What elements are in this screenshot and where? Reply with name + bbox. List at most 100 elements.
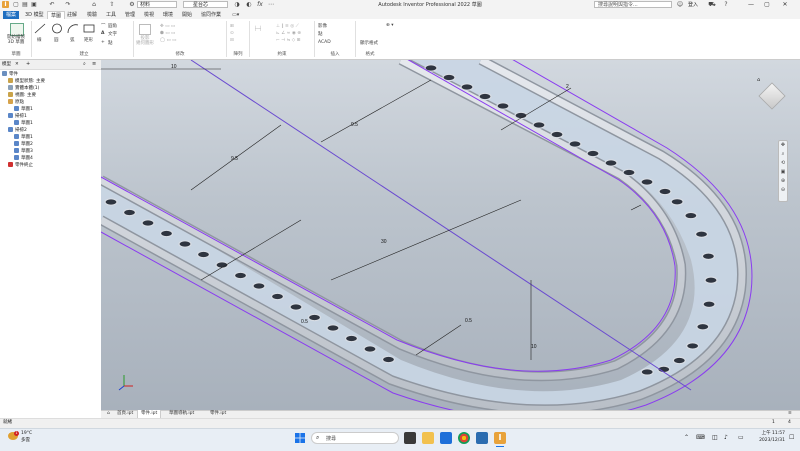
volume-icon[interactable]: ♪ [724,434,728,441]
fillet-icon[interactable]: ⌒ [101,23,106,29]
view-cube-home-icon[interactable]: ⌂ [757,77,760,83]
home-tab-icon[interactable]: ⌂ [104,410,113,418]
file-explorer-icon[interactable] [422,432,434,444]
maximize-button[interactable]: ▢ [760,0,774,10]
dimension-value[interactable]: 9.5 [351,122,358,128]
windows-start-icon[interactable] [294,432,306,444]
project-geometry-button[interactable]: 投影 幾何圖形 [135,36,155,46]
doc-tab-sketch-rail[interactable]: 草圖導軌.ipt [166,410,197,418]
browser-tree-item[interactable]: 實體本體(1) [8,85,39,92]
browser-tree-item[interactable]: 草圖4 [14,155,33,162]
display-format-button[interactable]: 顯示格式 [360,40,378,46]
rectangle-button[interactable]: 矩形 [84,37,93,43]
arc-button[interactable]: 弧 [70,37,75,43]
redo-icon[interactable]: ↷ [64,1,72,8]
insert-points-button[interactable]: 點 [318,31,323,37]
more-icon[interactable]: ⋯ [267,1,275,8]
undo-icon[interactable]: ↶ [48,1,56,8]
sign-in-link[interactable]: 登入 [688,1,698,9]
arc-tool-icon[interactable] [67,23,79,34]
tab-manage[interactable]: 管理 [122,11,138,19]
browser-tree-item[interactable]: 掃掠2 [8,127,27,134]
browser-tab-model[interactable]: 模型 [2,61,11,68]
start-3d-sketch-button[interactable]: 開始繪製 3D 草圖 [2,35,30,45]
clock-time[interactable]: 上午 11:57 [755,431,785,437]
tab-environments[interactable]: 環境 [160,11,176,19]
help-icon[interactable]: ? [722,1,730,8]
new-file-icon[interactable]: ▢ [12,1,20,8]
tab-annotate[interactable]: 註解 [64,11,80,19]
dimension-value[interactable]: 0.5 [301,319,308,325]
weather-text[interactable]: 多雲 [21,438,30,444]
fx-parameters-icon[interactable]: fx [256,1,264,8]
browser-tree-item[interactable]: 草圖2 [14,141,33,148]
tab-tools[interactable]: 工具 [103,11,119,19]
rectangle-tool-icon[interactable] [83,23,95,34]
inventor-taskbar-icon[interactable]: I [494,432,506,444]
app-store-icon[interactable] [476,432,488,444]
text-button[interactable]: 文字 [108,31,117,37]
browser-add-icon[interactable]: + [26,61,30,68]
tab-inspect[interactable]: 檢驗 [84,11,100,19]
graphics-viewport[interactable]: 10 9.5 2 9.5 30 0.5 0.5 10 [101,60,800,410]
browser-tree-item[interactable]: 零件 [2,71,18,78]
doc-tab-home[interactable]: 首頁.ipt [114,410,136,418]
browser-tree-item[interactable]: 模型狀態: 主要 [8,78,45,85]
browser-tab-close-icon[interactable]: ✕ [15,61,19,68]
tab-3d-model[interactable]: 3D 模型 [22,11,47,19]
pattern-tools-icon[interactable]: ⊞ ⊙ ⊟ [230,23,234,44]
browser-tree-item[interactable]: 草圖1 [14,134,33,141]
close-button[interactable]: ✕ [778,0,792,10]
dimension-value[interactable]: 10 [171,64,177,70]
browser-tree-item[interactable]: 原點 [8,99,24,106]
cart-icon[interactable]: ⛟ [708,1,716,8]
browser-search-icon[interactable]: ⌕ [83,61,86,68]
finish-sketch-icon[interactable]: ⊕ ▾ [386,23,393,28]
circle-button[interactable]: 圓 [54,37,59,43]
user-icon[interactable]: ☺ [676,1,684,8]
doc-tab-part-2[interactable]: 零件.ipt [207,410,229,418]
modify-tools-icon[interactable]: ✥ ▭ ▭ ⬢ ▭ ▭ ◯ ▭ ▭ [160,23,176,44]
dimension-value[interactable]: 2 [566,84,569,90]
browser-tree-item[interactable]: 草圖1 [14,106,33,113]
point-button[interactable]: 點 [108,40,113,46]
taskbar-search-input[interactable]: 搜尋 [311,432,399,444]
browser-menu-icon[interactable]: ≡ [92,61,96,68]
adjust-icon[interactable]: ◐ [245,1,253,8]
tab-get-started[interactable]: 開始 [179,11,195,19]
appearance-select[interactable]: 星台芯 [183,1,228,8]
browser-tree-item[interactable]: 草圖1 [14,120,33,127]
fillet-button[interactable]: 圓角 [108,23,117,29]
line-tool-icon[interactable] [34,23,46,34]
network-icon[interactable]: ◫ [712,434,718,441]
ribbon-options-icon[interactable]: ▭▾ [229,11,242,19]
weather-temp[interactable]: 19°C [21,431,32,437]
open-file-icon[interactable]: ▤ [21,1,29,8]
tab-list-icon[interactable]: ≡ [785,410,795,418]
browser-tree-item[interactable]: 視圖: 主要 [8,92,36,99]
line-button[interactable]: 線 [37,37,42,43]
browser-tree-item[interactable]: 零件終止 [8,162,33,169]
browser-tree-item[interactable]: 掃掠1 [8,113,27,120]
edge-browser-icon[interactable] [440,432,452,444]
dimension-icon[interactable]: ├─┤ [254,27,262,32]
chrome-browser-icon[interactable] [458,432,470,444]
browser-tree-item[interactable]: 草圖3 [14,148,33,155]
point-icon[interactable]: + [101,40,105,45]
tab-view[interactable]: 檢視 [141,11,157,19]
tab-file[interactable]: 檔案 [3,11,20,19]
task-view-icon[interactable] [404,432,416,444]
settings-icon[interactable]: ⚙ [128,1,136,8]
dimension-value[interactable]: 0.5 [465,318,472,324]
dimension-value[interactable]: 30 [381,239,387,245]
document-select[interactable]: 材料 [137,1,177,8]
save-icon[interactable]: ▣ [30,1,38,8]
circle-tool-icon[interactable] [51,23,63,34]
inventor-logo-icon[interactable]: I [2,1,9,8]
constraint-tools-icon[interactable]: ⊥ ∥ ≡ ◎ ⟋ ⊾ ∠ ≈ ◉ ⊕ ⌐ ⊣ ≒ ◇ ⊞ [276,23,301,44]
help-search-input[interactable]: 搜尋說明與指令... [594,1,672,8]
dimension-value[interactable]: 9.5 [231,156,238,162]
keyboard-icon[interactable]: ⌨ [696,434,705,441]
appearance-icon[interactable]: ◑ [233,1,241,8]
return-icon[interactable]: ⇧ [108,1,116,8]
